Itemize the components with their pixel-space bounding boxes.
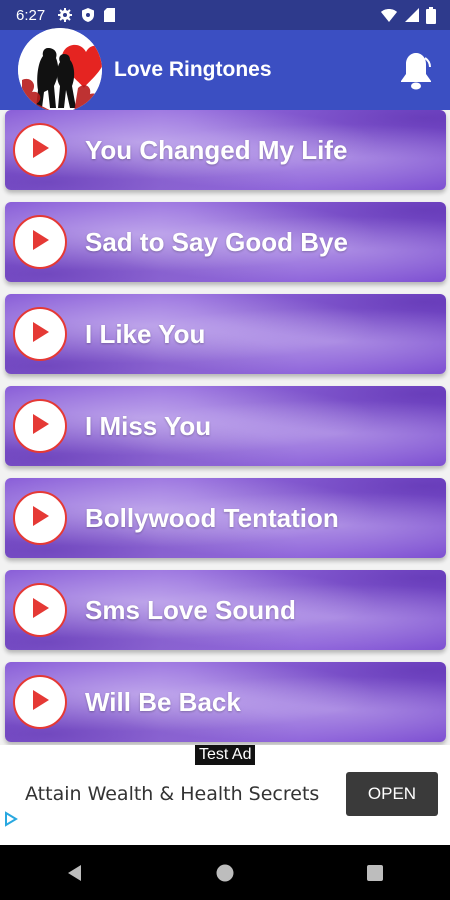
play-button[interactable] <box>13 307 67 361</box>
app-title: Love Ringtones <box>114 58 272 81</box>
ringtone-item[interactable]: I Miss You <box>5 386 446 466</box>
shield-icon <box>81 7 95 23</box>
ringtone-label: Bollywood Tentation <box>85 502 339 533</box>
signal-icon <box>404 7 420 23</box>
test-ad-badge: Test Ad <box>195 745 256 765</box>
ringtone-list: You Changed My Life Sad to Say Good Bye … <box>0 110 450 745</box>
back-icon[interactable] <box>45 853 105 893</box>
status-right-icons <box>380 6 436 24</box>
play-button[interactable] <box>13 399 67 453</box>
play-icon <box>30 689 50 716</box>
ringtone-item[interactable]: Sad to Say Good Bye <box>5 202 446 282</box>
play-button[interactable] <box>13 675 67 729</box>
ringtone-item[interactable]: You Changed My Life <box>5 110 446 190</box>
status-bar: 6:27 <box>0 0 450 30</box>
play-icon <box>30 321 50 348</box>
play-icon <box>30 505 50 532</box>
nav-bar <box>0 845 450 900</box>
play-icon <box>30 137 50 164</box>
ringtone-label: Sad to Say Good Bye <box>85 226 348 257</box>
ringtone-label: I Like You <box>85 318 206 349</box>
bell-icon[interactable] <box>398 50 434 90</box>
play-button[interactable] <box>13 123 67 177</box>
battery-icon <box>426 6 436 24</box>
couple-heart-logo <box>18 28 102 112</box>
status-time: 6:27 <box>16 6 46 24</box>
recents-icon[interactable] <box>345 853 405 893</box>
ringtone-label: Will Be Back <box>85 686 241 717</box>
gear-icon <box>57 7 73 23</box>
ringtone-label: I Miss You <box>85 410 212 441</box>
ad-headline[interactable]: Attain Wealth & Health Secrets <box>25 783 319 805</box>
ringtone-label: You Changed My Life <box>85 134 348 165</box>
ad-open-button[interactable]: OPEN <box>346 772 438 816</box>
ringtone-item[interactable]: Bollywood Tentation <box>5 478 446 558</box>
status-left-icons <box>57 7 116 23</box>
ringtone-item[interactable]: Sms Love Sound <box>5 570 446 650</box>
ringtone-item[interactable]: I Like You <box>5 294 446 374</box>
play-button[interactable] <box>13 491 67 545</box>
wifi-icon <box>380 7 398 23</box>
ringtone-item[interactable]: Will Be Back <box>5 662 446 742</box>
ad-banner[interactable]: Test Ad Attain Wealth & Health Secrets O… <box>0 745 450 845</box>
play-icon <box>30 597 50 624</box>
play-icon <box>30 229 50 256</box>
home-icon[interactable] <box>195 853 255 893</box>
app-bar: Love Ringtones <box>0 28 450 112</box>
ad-choices-icon[interactable] <box>4 811 18 832</box>
sd-card-icon <box>103 7 116 23</box>
play-button[interactable] <box>13 215 67 269</box>
play-icon <box>30 413 50 440</box>
ringtone-label: Sms Love Sound <box>85 594 296 625</box>
play-button[interactable] <box>13 583 67 637</box>
